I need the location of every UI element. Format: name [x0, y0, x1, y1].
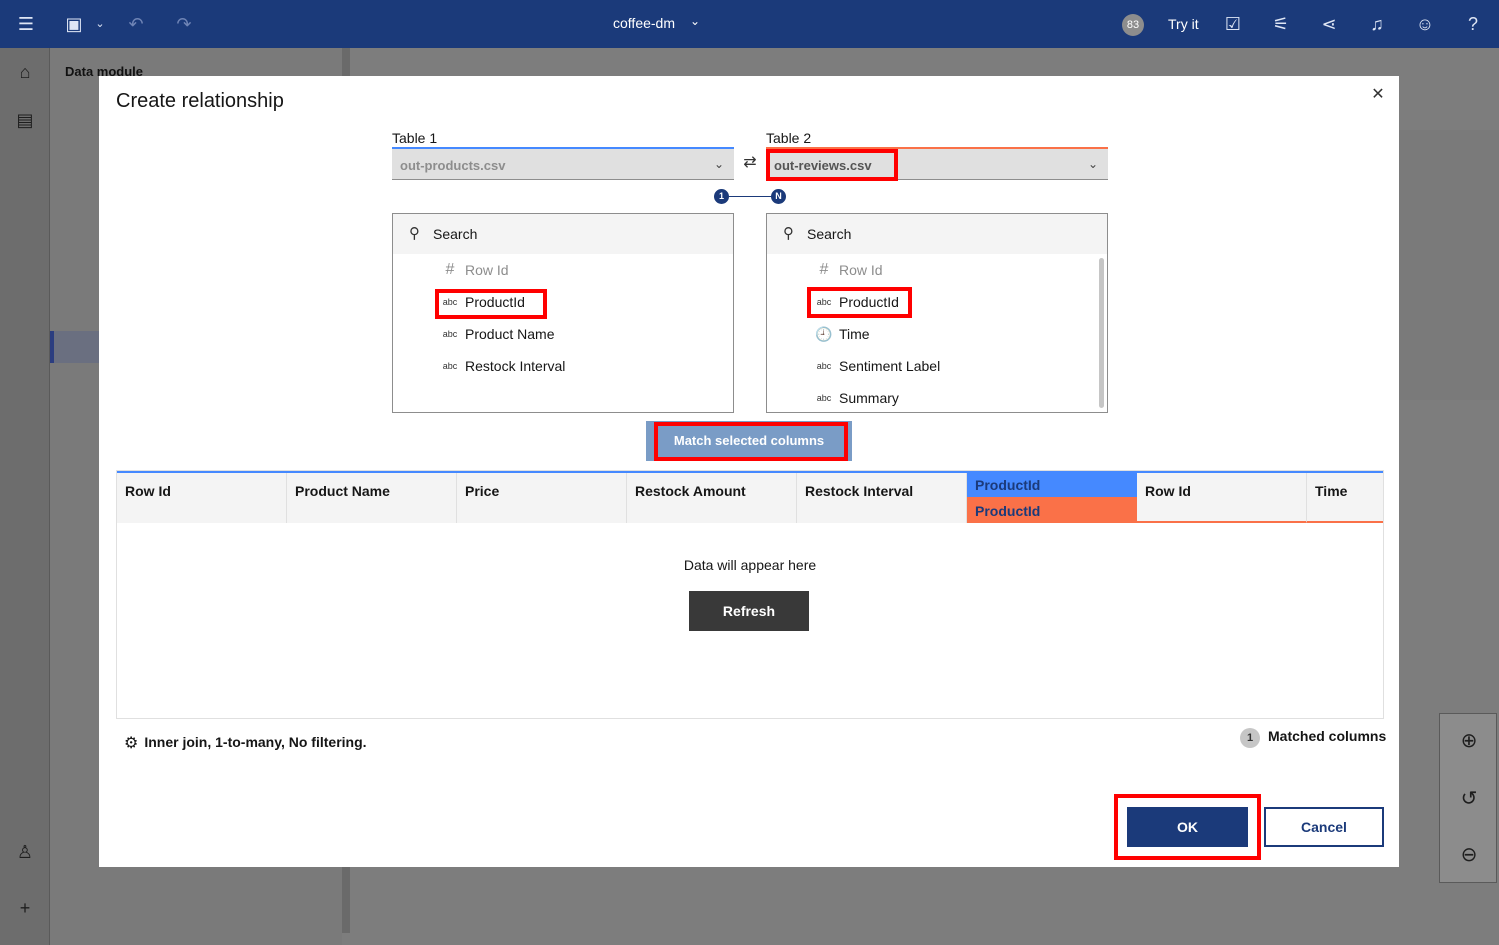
number-icon: #: [819, 261, 829, 278]
swap-tables-icon[interactable]: ⇄: [739, 152, 761, 172]
search-icon: ⚲: [409, 225, 420, 242]
table2-search[interactable]: ⚲ Search: [767, 214, 1107, 254]
cancel-button[interactable]: Cancel: [1264, 807, 1384, 847]
column-item[interactable]: abc ProductId: [393, 286, 733, 318]
table1-search[interactable]: ⚲ Search: [393, 214, 733, 254]
zoom-controls: ⊕ ↺ ⊖: [1439, 713, 1497, 883]
grid-header-cell: Time: [1307, 473, 1383, 523]
grid-header-cell: Row Id: [117, 473, 287, 523]
chevron-down-icon[interactable]: ⌄: [690, 14, 700, 28]
grid-header-cell: Restock Amount: [627, 473, 797, 523]
left-rail: ⌂ ▤ ♙ +: [0, 48, 50, 945]
reset-zoom-icon[interactable]: ↺: [1456, 786, 1482, 811]
data-sources-icon[interactable]: ▤: [13, 108, 37, 132]
table2-select[interactable]: out-reviews.csv ⌄: [766, 147, 1108, 180]
text-type-icon: abc: [442, 361, 458, 371]
column-name: Restock Interval: [465, 358, 566, 374]
zoom-in-icon[interactable]: ⊕: [1456, 728, 1482, 753]
column-name: ProductId: [839, 294, 899, 310]
table1-selected-value: out-products.csv: [400, 158, 506, 173]
text-type-icon: abc: [816, 297, 832, 307]
column-item[interactable]: abc Restock Interval: [393, 350, 733, 382]
table2-label: Table 2: [766, 130, 812, 146]
undo-icon[interactable]: ↶: [124, 12, 148, 36]
ok-button[interactable]: OK: [1127, 807, 1248, 847]
column-item[interactable]: abc Product Name: [393, 318, 733, 350]
chevron-down-icon: ⌄: [713, 157, 724, 171]
notification-icon[interactable]: ♫: [1365, 12, 1389, 36]
chevron-down-icon[interactable]: ⌄: [88, 12, 112, 36]
join-summary-text: Inner join, 1-to-many, No filtering.: [144, 734, 367, 750]
matched-columns-label: Matched columns: [1268, 728, 1387, 744]
grid-header: Row Id Product Name Price Restock Amount…: [117, 471, 1383, 523]
matched-count-badge: 1: [1240, 728, 1260, 748]
save-icon[interactable]: ▣: [62, 12, 86, 36]
notification-count-badge: 83: [1122, 14, 1144, 36]
search-placeholder: Search: [433, 226, 478, 242]
column-name: ProductId: [465, 294, 525, 310]
project-title[interactable]: coffee-dm: [613, 15, 675, 31]
search-icon: ⚲: [783, 225, 794, 242]
close-icon[interactable]: ✕: [1367, 84, 1389, 106]
key-column-table1: ProductId: [967, 473, 1137, 497]
column-name: Time: [839, 326, 870, 342]
settings-sliders-icon[interactable]: ⚟: [1269, 12, 1293, 36]
column-name: Sentiment Label: [839, 358, 941, 374]
search-placeholder: Search: [807, 226, 852, 242]
table1-column-list: ⚲ Search # Row Id abc ProductId abc Prod…: [392, 213, 734, 413]
chevron-down-icon: ⌄: [1087, 157, 1098, 171]
text-type-icon: abc: [442, 329, 458, 339]
column-item[interactable]: 🕘 Time: [767, 318, 1107, 350]
column-item[interactable]: abc ProductId: [767, 286, 1107, 318]
empty-state-message: Data will appear here: [683, 557, 817, 573]
try-it-link[interactable]: Try it: [1168, 16, 1199, 32]
match-selected-columns-button[interactable]: Match selected columns: [646, 421, 852, 461]
table1-select[interactable]: out-products.csv ⌄: [392, 147, 734, 180]
cardinality-left[interactable]: 1: [714, 189, 729, 204]
checklist-icon[interactable]: ☑: [1221, 12, 1245, 36]
create-relationship-dialog: Create relationship ✕ Table 1 Table 2 ou…: [99, 76, 1399, 867]
join-summary[interactable]: ⚙ Inner join, 1-to-many, No filtering.: [124, 733, 367, 753]
top-bar: ☰ ▣ ⌄ ↶ ↷ coffee-dm ⌄ 83 Try it ☑ ⚟ ⋖ ♫ …: [0, 0, 1499, 48]
column-name: Summary: [839, 390, 899, 406]
matched-columns-indicator: 1 Matched columns: [1240, 728, 1386, 748]
add-icon[interactable]: +: [13, 896, 37, 920]
cardinality-right[interactable]: N: [771, 189, 786, 204]
column-item[interactable]: abc Sentiment Label: [767, 350, 1107, 382]
number-icon: #: [445, 261, 455, 278]
scrollbar[interactable]: [1099, 258, 1104, 408]
dialog-title: Create relationship: [116, 90, 284, 112]
column-name: Product Name: [465, 326, 555, 342]
properties-panel: [1398, 130, 1499, 400]
grid-header-cell: Restock Interval: [797, 473, 967, 523]
gear-icon[interactable]: ⚙: [124, 735, 138, 752]
column-item[interactable]: # Row Id: [767, 254, 1107, 286]
home-icon[interactable]: ⌂: [13, 60, 37, 84]
column-item[interactable]: # Row Id: [393, 254, 733, 286]
user-check-icon[interactable]: ♙: [13, 840, 37, 864]
refresh-button[interactable]: Refresh: [689, 591, 809, 631]
help-icon[interactable]: ?: [1461, 12, 1485, 36]
zoom-out-icon[interactable]: ⊖: [1456, 842, 1482, 867]
text-type-icon: abc: [442, 297, 458, 307]
table2-selected-value: out-reviews.csv: [774, 158, 872, 173]
table2-column-list: ⚲ Search # Row Id abc ProductId 🕘 Time a…: [766, 213, 1108, 413]
grid-header-cell: Price: [457, 473, 627, 523]
redo-icon[interactable]: ↷: [172, 12, 196, 36]
column-item[interactable]: abc Summary: [767, 382, 1107, 412]
preview-grid: Row Id Product Name Price Restock Amount…: [116, 470, 1384, 719]
clock-icon: 🕘: [815, 326, 833, 342]
menu-icon[interactable]: ☰: [14, 12, 38, 36]
share-icon[interactable]: ⋖: [1317, 12, 1341, 36]
column-name: Row Id: [465, 262, 509, 278]
text-type-icon: abc: [816, 393, 832, 403]
user-icon[interactable]: ☺: [1413, 12, 1437, 36]
grid-header-cell: Product Name: [287, 473, 457, 523]
column-name: Row Id: [839, 262, 883, 278]
key-column-table2: ProductId: [967, 497, 1137, 523]
table1-label: Table 1: [392, 130, 438, 146]
text-type-icon: abc: [816, 361, 832, 371]
grid-header-cell: Row Id: [1137, 473, 1307, 523]
